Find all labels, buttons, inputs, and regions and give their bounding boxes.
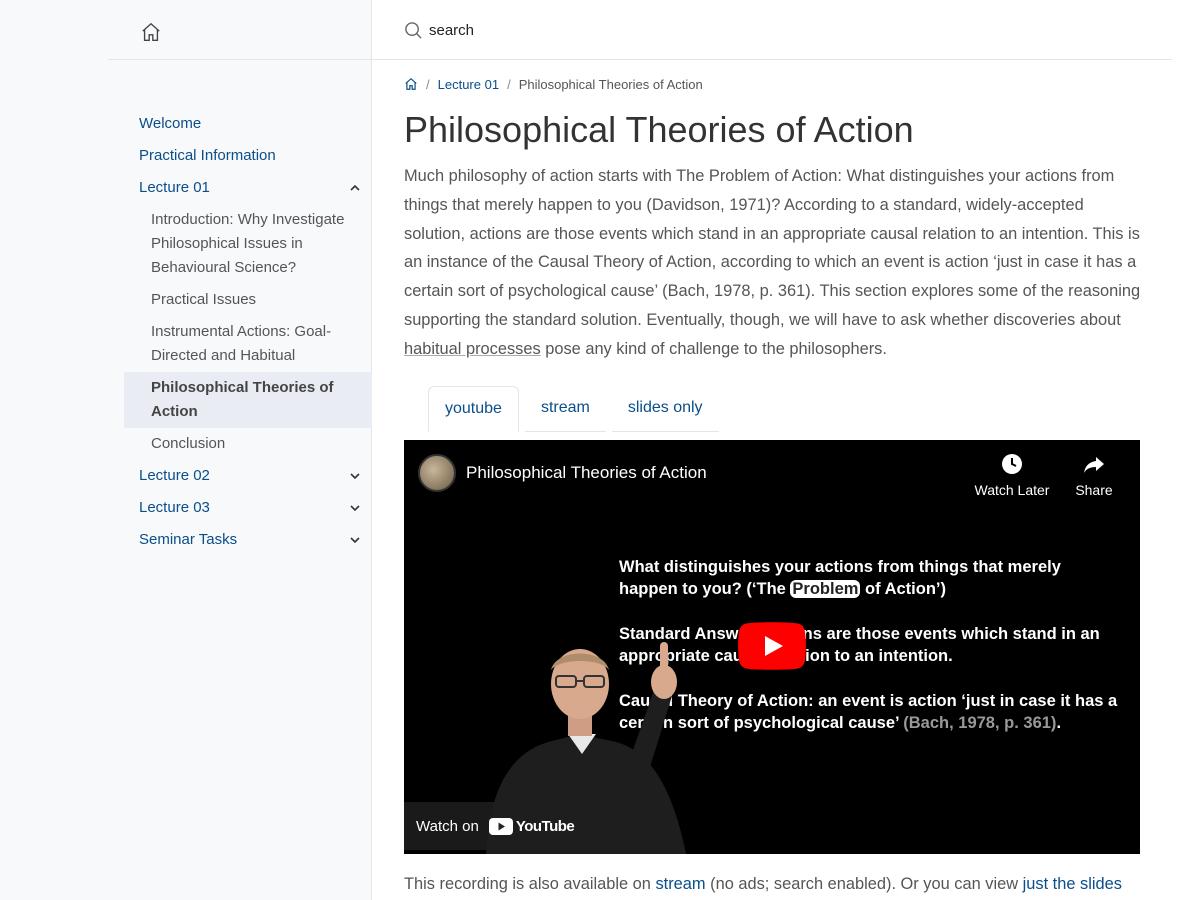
intro-paragraph: Much philosophy of action starts with Th… (404, 162, 1144, 364)
share-button[interactable]: Share (1054, 452, 1134, 498)
sidebar-item-lecture-01[interactable]: Lecture 01 (124, 172, 372, 204)
tab-slides-only[interactable]: slides only (611, 386, 719, 432)
stream-link[interactable]: stream (655, 875, 705, 893)
watch-on-youtube-button[interactable]: Watch on YouTube (404, 802, 576, 850)
share-label: Share (1075, 482, 1113, 498)
watch-later-label: Watch Later (974, 482, 1050, 498)
search-icon (405, 21, 422, 39)
slide-text: . (1056, 714, 1062, 732)
search-bar (404, 20, 729, 40)
video-tabs: youtube stream slides only (428, 385, 1144, 432)
sidebar-divider (108, 59, 372, 60)
sidebar-item-label: Seminar Tasks (139, 531, 238, 548)
watch-on-label: Watch on (416, 817, 479, 835)
page-title: Philosophical Theories of Action (404, 109, 914, 150)
sidebar-subitem-philosophical-theories[interactable]: Philosophical Theories of Action (124, 372, 372, 428)
intro-text: Much philosophy of action starts with Th… (404, 167, 1141, 329)
channel-avatar[interactable] (418, 454, 456, 492)
sidebar-nav: Welcome Practical Information Lecture 01… (124, 108, 372, 556)
header-divider (372, 59, 1172, 60)
chevron-up-icon[interactable] (348, 181, 362, 195)
breadcrumb: / Lecture 01 / Philosophical Theories of… (404, 74, 1144, 94)
youtube-video-player[interactable]: Philosophical Theories of Action Watch L… (404, 440, 1140, 854)
watch-later-button[interactable]: Watch Later (972, 452, 1052, 498)
tab-stream[interactable]: stream (524, 386, 606, 432)
intro-text-end: pose any kind of challenge to the philos… (540, 339, 887, 358)
sidebar-item-label: Lecture 02 (139, 467, 210, 484)
youtube-wordmark: YouTube (515, 817, 575, 835)
home-icon[interactable] (404, 77, 418, 91)
sidebar-item-lecture-03[interactable]: Lecture 03 (124, 492, 372, 524)
sidebar-item-welcome[interactable]: Welcome (124, 108, 372, 140)
sidebar-subitem-instrumental-actions[interactable]: Instrumental Actions: Goal-Directed and … (136, 316, 372, 372)
note-text: (no ads; search enabled). Or you can vie… (705, 875, 1023, 893)
note-text: This recording is also available on (404, 875, 656, 893)
slides-link[interactable]: just the slides (1023, 875, 1122, 893)
sidebar-subitem-practical-issues[interactable]: Practical Issues (136, 284, 372, 316)
slide-text: of Action’) (860, 580, 946, 598)
chevron-down-icon[interactable] (348, 533, 362, 547)
sidebar-item-seminar-tasks[interactable]: Seminar Tasks (124, 524, 372, 556)
page: Welcome Practical Information Lecture 01… (0, 0, 1200, 900)
clock-icon (1002, 454, 1022, 474)
chevron-down-icon[interactable] (348, 469, 362, 483)
sidebar-subitem-introduction[interactable]: Introduction: Why Investigate Philosophi… (136, 204, 372, 284)
search-input[interactable] (429, 21, 729, 39)
video-title[interactable]: Philosophical Theories of Action (466, 463, 707, 483)
breadcrumb-separator: / (507, 76, 511, 92)
habitual-processes-term[interactable]: habitual processes (404, 340, 541, 358)
slide-highlight: Problem (790, 580, 861, 598)
slide-citation: (Bach, 1978, p. 361) (903, 714, 1057, 732)
sidebar-item-lecture-02[interactable]: Lecture 02 (124, 460, 372, 492)
chevron-down-icon[interactable] (348, 501, 362, 515)
tab-youtube[interactable]: youtube (428, 385, 519, 432)
share-icon (1084, 457, 1104, 473)
sidebar-item-practical-information[interactable]: Practical Information (124, 140, 372, 172)
breadcrumb-link[interactable]: Lecture 01 (438, 77, 499, 92)
sidebar-item-label: Lecture 03 (139, 499, 210, 516)
breadcrumb-current: Philosophical Theories of Action (518, 76, 703, 92)
sidebar-subitem-conclusion[interactable]: Conclusion (136, 428, 372, 460)
breadcrumb-separator: / (426, 76, 430, 92)
home-icon[interactable] (140, 20, 162, 44)
sidebar-item-label: Lecture 01 (139, 179, 210, 196)
youtube-logo: YouTube (488, 817, 575, 835)
main-content: / Lecture 01 / Philosophical Theories of… (404, 74, 1144, 432)
play-button-icon[interactable] (738, 622, 806, 670)
slide-line: What distinguishes your actions from thi… (619, 556, 1119, 600)
lecture-01-submenu: Introduction: Why Investigate Philosophi… (124, 204, 372, 460)
recording-note: This recording is also available on stre… (404, 872, 1184, 896)
youtube-logo-icon (488, 817, 513, 835)
